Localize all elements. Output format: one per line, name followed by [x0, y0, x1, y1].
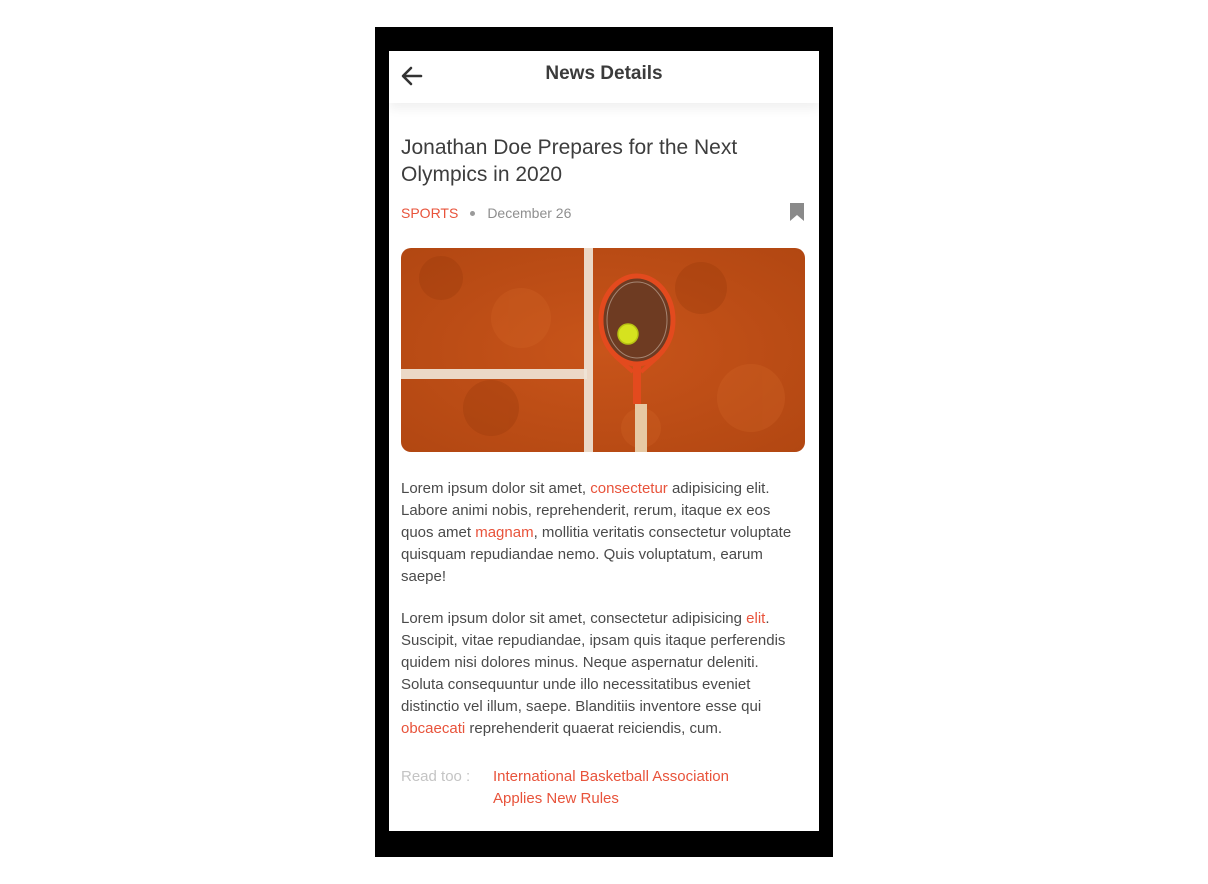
- inline-link[interactable]: magnam: [475, 524, 533, 541]
- inline-link[interactable]: obcaecati: [401, 720, 465, 737]
- phone-frame: News Details Jonathan Doe Prepares for t…: [375, 27, 833, 857]
- article-meta: SPORTS December 26: [401, 202, 805, 224]
- app-screen: News Details Jonathan Doe Prepares for t…: [389, 51, 819, 831]
- page-title: News Details: [545, 63, 663, 84]
- paragraph-text: Lorem ipsum dolor sit amet, consectetur …: [401, 610, 747, 627]
- article-headline: Jonathan Doe Prepares for the Next Olymp…: [401, 136, 738, 186]
- article-content: Jonathan Doe Prepares for the Next Olymp…: [401, 134, 805, 810]
- article-hero-image: [401, 248, 805, 452]
- paragraph-text: reprehenderit quaerat reiciendis, cum.: [465, 720, 723, 737]
- bookmark-icon: [790, 203, 804, 221]
- related-article-link[interactable]: International Basketball Association App…: [493, 766, 773, 810]
- category-label[interactable]: SPORTS: [401, 205, 458, 221]
- inline-link[interactable]: elit: [746, 610, 765, 627]
- paragraph-text: Lorem ipsum dolor sit amet,: [401, 480, 591, 497]
- read-too-section: Read too : International Basketball Asso…: [401, 766, 805, 810]
- bookmark-button[interactable]: [785, 202, 805, 224]
- read-too-label: Read too :: [401, 768, 471, 785]
- article-paragraph-2: Lorem ipsum dolor sit amet, consectetur …: [401, 608, 805, 740]
- app-bar: News Details: [389, 51, 819, 103]
- separator-dot: [470, 210, 476, 216]
- article-paragraph-1: Lorem ipsum dolor sit amet, consectetur …: [401, 478, 805, 588]
- inline-link[interactable]: consectetur: [590, 480, 668, 497]
- article-date: December 26: [487, 205, 572, 221]
